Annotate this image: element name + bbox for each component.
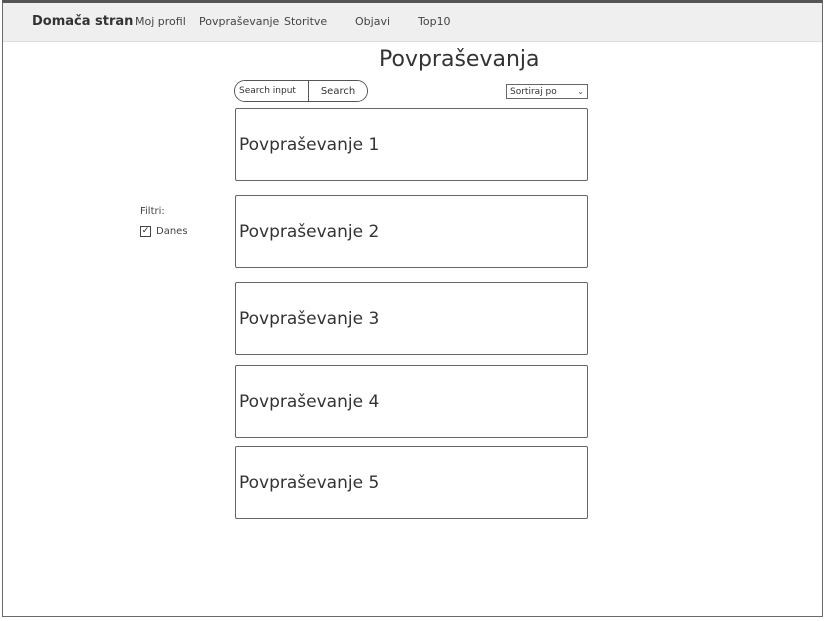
inquiry-card-title: Povpraševanje 3: [239, 308, 380, 329]
inquiry-card[interactable]: Povpraševanje 2: [235, 195, 588, 268]
search-group: Search: [234, 80, 368, 102]
inquiry-card[interactable]: Povpraševanje 3: [235, 282, 588, 355]
search-button[interactable]: Search: [309, 81, 367, 101]
inquiry-card-title: Povpraševanje 5: [239, 472, 380, 493]
nav-services-link[interactable]: Storitve: [284, 15, 327, 28]
checkbox-checked-icon[interactable]: ✓: [140, 226, 151, 237]
sort-dropdown[interactable]: Sortiraj po ⌄: [506, 84, 588, 99]
chevron-down-icon: ⌄: [577, 87, 584, 96]
inquiry-card[interactable]: Povpraševanje 4: [235, 365, 588, 438]
filter-option-label: Danes: [156, 226, 188, 237]
inquiry-card-title: Povpraševanje 1: [239, 134, 380, 155]
inquiry-card-title: Povpraševanje 4: [239, 391, 380, 412]
top-navbar: Domača stran Moj profil Povpraševanje St…: [3, 3, 822, 42]
filters-panel: Filtri: ✓ Danes: [140, 206, 188, 237]
inquiry-card[interactable]: Povpraševanje 1: [235, 108, 588, 181]
nav-my-profile-link[interactable]: Moj profil: [135, 15, 186, 28]
page-title: Povpraševanja: [379, 47, 540, 72]
nav-inquiries-link[interactable]: Povpraševanje: [199, 15, 279, 28]
app-window: Domača stran Moj profil Povpraševanje St…: [2, 0, 823, 617]
filter-option-danes[interactable]: ✓ Danes: [140, 226, 188, 237]
nav-top10-link[interactable]: Top10: [418, 15, 451, 28]
inquiry-card[interactable]: Povpraševanje 5: [235, 446, 588, 519]
search-input[interactable]: [235, 81, 309, 101]
sort-dropdown-value: Sortiraj po: [510, 86, 557, 97]
nav-publish-link[interactable]: Objavi: [355, 15, 390, 28]
filters-label: Filtri:: [140, 206, 165, 217]
nav-home-link[interactable]: Domača stran: [32, 14, 133, 29]
inquiry-card-title: Povpraševanje 2: [239, 221, 380, 242]
